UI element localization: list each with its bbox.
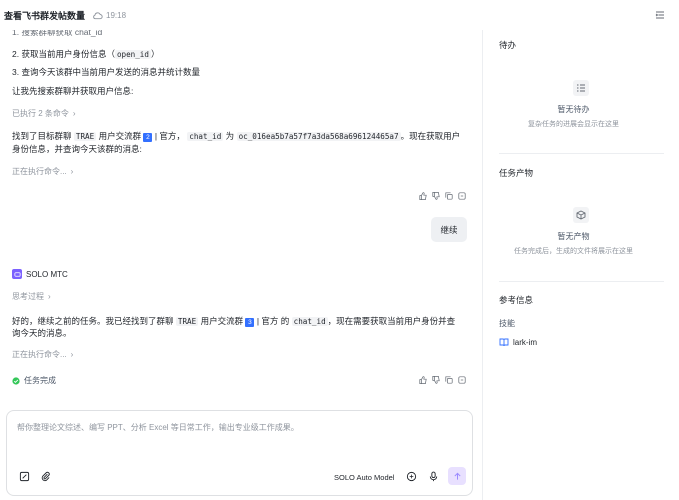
search-intro: 让我先搜索群聊并获取用户信息: (12, 86, 134, 96)
resume-message-line2: 询今天的消息。 (12, 328, 72, 338)
prompt-input-box[interactable]: 帮你整理论文综述、编写 PPT、分析 Excel 等日常工作，输出专业级工作成果… (6, 410, 473, 496)
found-group-message-line2: 身份信息，并查询今天该群的消息: (12, 144, 142, 154)
conversation-title: 查看飞书群发帖数量 (4, 10, 86, 21)
send-button[interactable] (448, 467, 466, 485)
expand-editor-icon[interactable] (19, 471, 30, 482)
found-group-message: 找到了目标群聊 TRAE 用户交流群 2 | 官方， chat_id 为 oc_… (12, 131, 461, 142)
todo-section-title: 待办 (499, 40, 517, 50)
model-selector[interactable]: SOLO Auto Model (334, 473, 394, 482)
save-time: 19:18 (106, 10, 127, 20)
running-commands-toggle-2[interactable]: 正在执行命令... › (12, 349, 73, 361)
divider (499, 281, 664, 282)
divider (499, 153, 664, 154)
agent-avatar-icon (12, 269, 22, 279)
executed-commands-toggle[interactable]: 已执行 2 条命令 › (12, 108, 76, 120)
microphone-icon[interactable] (428, 471, 439, 482)
artifacts-empty-subtitle: 任务完成后，生成的文件将展示在这里 (514, 248, 633, 255)
book-icon (499, 337, 509, 347)
chat-area: 1. 搜索群聊获取 chat_id 2. 获取当前用户身份信息（ open_id）… (0, 30, 482, 400)
running-commands-toggle-1[interactable]: 正在执行命令... › (12, 166, 73, 178)
arrow-up-icon (453, 472, 461, 480)
checklist-icon (573, 80, 589, 96)
thinking-toggle[interactable]: 思考过程 › (12, 291, 51, 303)
chevron-right-icon: › (70, 350, 74, 359)
chevron-right-icon: › (70, 167, 74, 176)
message-actions-2 (419, 376, 466, 384)
panel-toggle-icon[interactable] (655, 10, 665, 20)
task-complete-status: 任务完成 (12, 375, 56, 386)
voice-chat-icon[interactable] (406, 471, 417, 482)
chevron-right-icon: › (72, 109, 76, 118)
retry-icon[interactable] (458, 376, 466, 384)
check-circle-icon (12, 376, 20, 385)
step-2: 2. 获取当前用户身份信息（ open_id） (12, 49, 160, 59)
agent-header: SOLO MTC (12, 269, 68, 279)
agent-name: SOLO MTC (26, 269, 68, 279)
reference-badge[interactable]: 2 (143, 133, 153, 142)
thumbs-up-icon[interactable] (419, 192, 427, 200)
cut-off-step-1: 1. 搜索群聊获取 chat_id (12, 30, 103, 37)
step-3: 3. 查询今天该群中当前用户发送的消息并统计数量 (12, 67, 200, 77)
user-message-bubble: 继续 (431, 217, 467, 242)
todo-empty-subtitle: 复杂任务的进展会显示在这里 (528, 121, 619, 128)
artifacts-section-title: 任务产物 (499, 168, 534, 178)
copy-icon[interactable] (445, 192, 453, 200)
resume-message: 好的，继续之前的任务。我已经找到了群聊 TRAE 用户交流群 3 | 官方 的 … (12, 316, 456, 327)
skills-label: 技能 (499, 319, 515, 328)
todo-empty-title: 暂无待办 (557, 105, 590, 114)
thumbs-down-icon[interactable] (432, 192, 440, 200)
thumbs-down-icon[interactable] (432, 376, 440, 384)
thumbs-up-icon[interactable] (419, 376, 427, 384)
message-actions-1 (419, 192, 466, 200)
copy-icon[interactable] (445, 376, 453, 384)
prompt-input-placeholder[interactable]: 帮你整理论文综述、编写 PPT、分析 Excel 等日常工作，输出专业级工作成果… (17, 422, 299, 433)
artifacts-empty-title: 暂无产物 (557, 232, 590, 241)
chevron-right-icon: › (48, 292, 51, 301)
attachment-icon[interactable] (40, 471, 51, 482)
skill-item-lark-im[interactable]: lark-im (499, 337, 537, 347)
retry-icon[interactable] (458, 192, 466, 200)
reference-section-title: 参考信息 (499, 295, 534, 305)
cloud-icon (92, 10, 103, 21)
reference-badge[interactable]: 3 (245, 318, 255, 327)
window-header: 查看飞书群发帖数量 19:18 (0, 0, 679, 30)
side-panel: 待办 暂无待办 复杂任务的进展会显示在这里 任务产物 暂无产物 任务完成后，生成… (482, 30, 679, 500)
box-icon (573, 207, 589, 223)
